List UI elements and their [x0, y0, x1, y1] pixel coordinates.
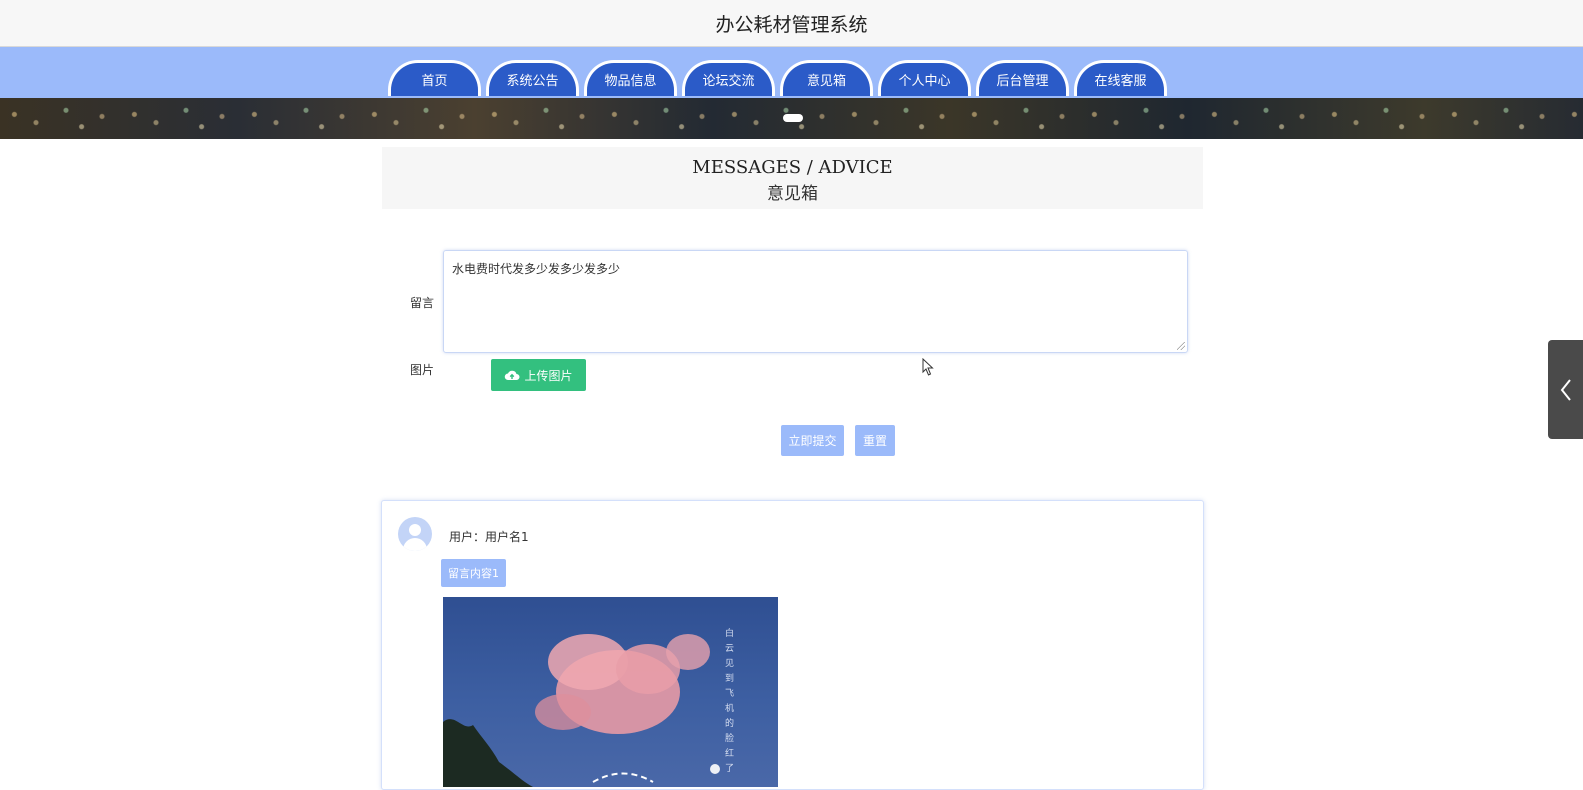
image-label: 图片: [410, 363, 435, 377]
carousel-dot[interactable]: [783, 114, 803, 122]
submit-button[interactable]: 立即提交: [781, 425, 844, 456]
nav-tab-suggestions[interactable]: 意见箱: [780, 60, 873, 96]
side-panel-toggle[interactable]: [1548, 340, 1583, 439]
chevron-left-icon: [1560, 378, 1571, 401]
comment-content: 留言内容1: [441, 559, 506, 587]
comment-image: 白云见到飞机的脸红了: [443, 597, 778, 787]
nav-tab-forum[interactable]: 论坛交流: [682, 60, 775, 96]
section-heading: MESSAGES / ADVICE 意见箱: [382, 147, 1203, 209]
comment-user-label: 用户：: [449, 530, 486, 544]
main-nav: 首页 系统公告 物品信息 论坛交流 意见箱 个人中心 后台管理 在线客服: [0, 47, 1583, 98]
resize-grip-icon[interactable]: [1177, 342, 1185, 350]
nav-tab-announcements[interactable]: 系统公告: [486, 60, 579, 96]
heading-english: MESSAGES / ADVICE: [692, 157, 893, 178]
reset-button[interactable]: 重置: [855, 425, 895, 456]
comment-user: 用户：用户名1: [449, 528, 529, 545]
nav-tab-admin[interactable]: 后台管理: [976, 60, 1069, 96]
city-night-banner: [0, 98, 1583, 139]
heading-chinese: 意见箱: [767, 184, 818, 204]
user-avatar-icon: [398, 517, 432, 551]
upload-image-button[interactable]: 上传图片: [491, 359, 586, 391]
mouse-cursor-icon: [922, 358, 934, 376]
upload-image-label: 上传图片: [524, 368, 573, 383]
cloud-upload-icon: [505, 370, 520, 380]
site-title: 办公耗材管理系统: [715, 14, 868, 36]
top-header: 办公耗材管理系统: [0, 0, 1583, 47]
message-value: 水电费时代发多少发多少发多少: [452, 262, 621, 276]
nav-tab-home[interactable]: 首页: [388, 60, 481, 96]
avatar-head: [409, 524, 421, 536]
message-textarea[interactable]: 水电费时代发多少发多少发多少: [443, 250, 1188, 353]
avatar-body: [403, 538, 427, 551]
nav-tabs: 首页 系统公告 物品信息 论坛交流 意见箱 个人中心 后台管理 在线客服: [388, 57, 1167, 98]
comment-card: 用户：用户名1 留言内容1 白云见到飞机的脸红了: [381, 500, 1204, 790]
nav-tab-profile[interactable]: 个人中心: [878, 60, 971, 96]
nav-tab-items[interactable]: 物品信息: [584, 60, 677, 96]
comment-user-name: 用户名1: [485, 530, 529, 544]
message-label: 留言: [410, 296, 435, 310]
nav-tab-support[interactable]: 在线客服: [1074, 60, 1167, 96]
image-caption: 白云见到飞机的脸红了: [725, 629, 735, 774]
